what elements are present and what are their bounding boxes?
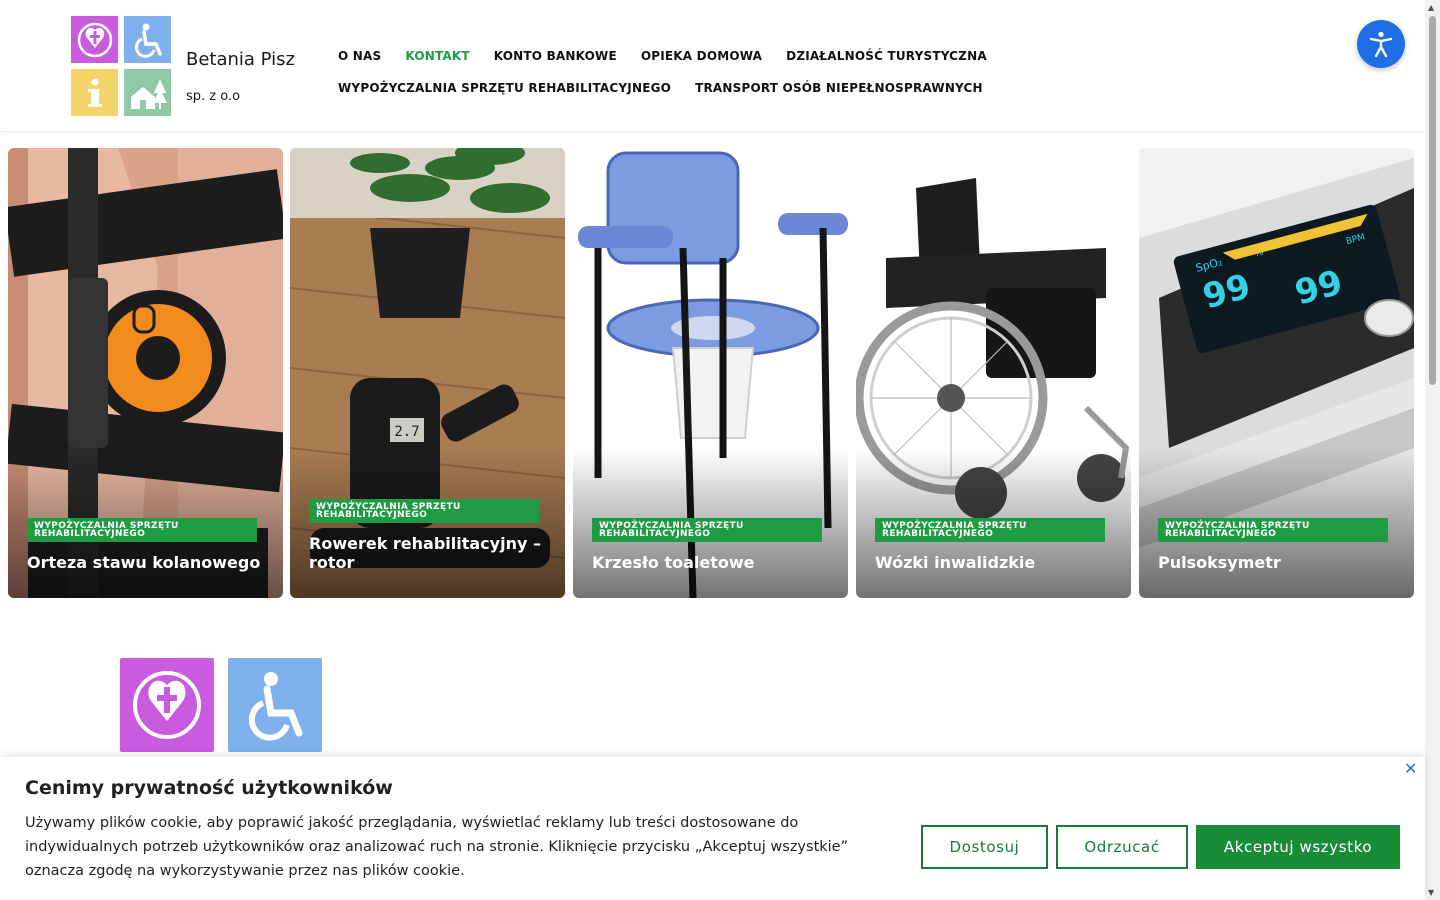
card-pulsoksymetr[interactable]: SpO₂ 99 % 99 BPM WYPOŻYCZALNIA SPRZĘTU R…	[1139, 148, 1414, 598]
reject-button[interactable]: Odrzucać	[1056, 825, 1188, 869]
rose-cross-icon	[71, 16, 118, 63]
accept-all-button[interactable]: Akceptuj wszystko	[1196, 825, 1400, 869]
accessibility-icon	[1369, 31, 1393, 58]
card-orteza[interactable]: WYPOŻYCZALNIA SPRZĘTU REHABILITACYJNEGO …	[8, 148, 283, 598]
card-category-badge[interactable]: WYPOŻYCZALNIA SPRZĘTU REHABILITACYJNEGO	[1158, 518, 1388, 542]
card-title[interactable]: Orteza stawu kolanowego	[27, 553, 267, 572]
card-category-badge[interactable]: WYPOŻYCZALNIA SPRZĘTU REHABILITACYJNEGO	[309, 499, 539, 523]
nav-row-2: WYPOŻYCZALNIA SPRZĘTU REHABILITACYJNEGO …	[338, 72, 1038, 104]
scroll-thumb[interactable]	[1429, 16, 1436, 385]
nav-row-1: O NAS KONTAKT KONTO BANKOWE OPIEKA DOMOW…	[338, 40, 1038, 72]
info-icon	[71, 69, 118, 116]
product-cards: WYPOŻYCZALNIA SPRZĘTU REHABILITACYJNEGO …	[8, 148, 1425, 598]
card-title[interactable]: Wózki inwalidzkie	[875, 553, 1115, 572]
cookie-banner: Cenimy prywatność użytkowników Używamy p…	[0, 757, 1425, 900]
close-icon[interactable]: ✕	[1404, 759, 1417, 778]
card-rowerek[interactable]: 2.7 WYPOŻYCZALNIA SPRZĘTU REHABILITACYJN…	[290, 148, 565, 598]
site-header: Betania Pisz sp. z o.o O NAS KONTAKT KON…	[0, 0, 1425, 132]
customize-button[interactable]: Dostosuj	[921, 825, 1048, 869]
scroll-up-arrow-icon[interactable]: ▲	[1428, 3, 1434, 12]
brand-subtitle: sp. z o.o	[186, 89, 241, 104]
card-wozki[interactable]: WYPOŻYCZALNIA SPRZĘTU REHABILITACYJNEGO …	[856, 148, 1131, 598]
card-category-badge[interactable]: WYPOŻYCZALNIA SPRZĘTU REHABILITACYJNEGO	[875, 518, 1105, 542]
nav-item-konto-bankowe[interactable]: KONTO BANKOWE	[494, 49, 617, 63]
cookie-text: Używamy plików cookie, aby poprawić jako…	[25, 815, 849, 879]
nav-item-dzialalnosc-turystyczna[interactable]: DZIAŁALNOŚĆ TURYSTYCZNA	[786, 49, 987, 63]
card-title[interactable]: Rowerek rehabilitacyjny – rotor	[309, 534, 549, 572]
card-gradient	[290, 448, 565, 598]
wheelchair-icon	[124, 16, 171, 63]
wheelchair-icon	[228, 658, 322, 752]
nav-item-kontakt[interactable]: KONTAKT	[405, 49, 469, 63]
nav-item-o-nas[interactable]: O NAS	[338, 49, 381, 63]
house-trees-icon	[124, 69, 171, 116]
cookie-title: Cenimy prywatność użytkowników	[25, 777, 393, 799]
svg-text:2.7: 2.7	[394, 424, 419, 440]
brand-name[interactable]: Betania Pisz	[186, 49, 295, 70]
card-category-badge[interactable]: WYPOŻYCZALNIA SPRZĘTU REHABILITACYJNEGO	[27, 518, 257, 542]
card-title[interactable]: Pulsoksymetr	[1158, 553, 1398, 572]
accessibility-button[interactable]	[1357, 20, 1405, 68]
nav-item-wypozyczalnia[interactable]: WYPOŻYCZALNIA SPRZĘTU REHABILITACYJNEGO	[338, 81, 671, 95]
card-title[interactable]: Krzesło toaletowe	[592, 553, 832, 572]
logo[interactable]	[71, 16, 171, 117]
rose-cross-icon	[120, 658, 214, 752]
scroll-down-arrow-icon[interactable]: ▼	[1428, 888, 1434, 897]
nav-item-opieka-domowa[interactable]: OPIEKA DOMOWA	[641, 49, 762, 63]
main-nav: O NAS KONTAKT KONTO BANKOWE OPIEKA DOMOW…	[338, 40, 1038, 104]
page-scrollbar[interactable]: ▲ ▼	[1425, 0, 1440, 900]
card-krzeslo[interactable]: WYPOŻYCZALNIA SPRZĘTU REHABILITACYJNEGO …	[573, 148, 848, 598]
nav-item-transport[interactable]: TRANSPORT OSÓB NIEPEŁNOSPRAWNYCH	[695, 81, 983, 95]
card-category-badge[interactable]: WYPOŻYCZALNIA SPRZĘTU REHABILITACYJNEGO	[592, 518, 822, 542]
